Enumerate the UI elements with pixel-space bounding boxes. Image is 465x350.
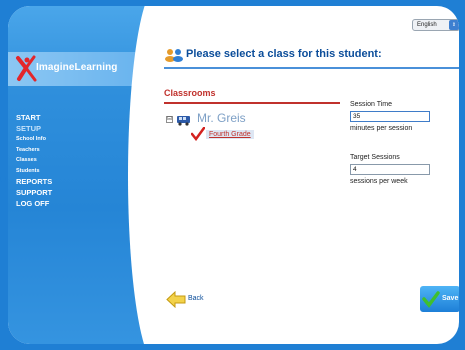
red-check-icon <box>191 127 205 141</box>
back-arrow-icon <box>166 291 186 308</box>
sidebar-item-reports[interactable]: REPORTS <box>16 176 146 187</box>
sidebar-item-classes[interactable]: Classes <box>16 155 146 166</box>
session-time-unit: minutes per session <box>350 125 413 132</box>
language-selected: English <box>417 22 437 28</box>
sidebar-nav: START SETUP School Info Teachers Classes Stud… <box>16 112 146 209</box>
back-label: Back <box>188 295 204 302</box>
save-label: Save <box>442 295 459 302</box>
target-sessions-unit: sessions per week <box>350 178 408 185</box>
green-check-icon <box>422 291 440 308</box>
logo-bar: ImagineLearning <box>8 52 150 86</box>
back-button[interactable]: Back <box>166 291 226 309</box>
session-time-label: Session Time <box>350 101 393 108</box>
sidebar-item-students[interactable]: Students <box>16 166 146 177</box>
target-sessions-label: Target Sessions <box>350 154 400 161</box>
sidebar-item-support[interactable]: SUPPORT <box>16 187 146 198</box>
sidebar-item-start[interactable]: START <box>16 112 146 123</box>
sidebar-item-school-info[interactable]: School Info <box>16 134 146 145</box>
session-time-input[interactable]: 35 <box>350 111 430 122</box>
classrooms-divider <box>164 102 340 104</box>
tree-collapse-toggle[interactable]: ⊟ <box>166 116 173 123</box>
teacher-name[interactable]: Mr. Greis <box>197 111 246 125</box>
classroom-icon <box>177 116 190 126</box>
sidebar-item-teachers[interactable]: Teachers <box>16 145 146 156</box>
page-title: Please select a class for this student: <box>186 48 382 60</box>
class-link-fourth-grade[interactable]: Fourth Grade <box>206 130 254 139</box>
sidebar-item-log-off[interactable]: LOG OFF <box>16 198 146 209</box>
classrooms-heading: Classrooms <box>164 88 216 98</box>
frame-handle <box>0 176 6 182</box>
students-icon <box>165 49 183 62</box>
target-sessions-input[interactable]: 4 <box>350 164 430 175</box>
app-window: ImagineLearning START SETUP School Info Tea… <box>8 6 459 344</box>
language-select[interactable]: English ⇕ <box>412 19 459 31</box>
sidebar-item-setup[interactable]: SETUP <box>16 123 146 134</box>
logo-text: ImagineLearning <box>36 62 118 73</box>
save-button[interactable]: Save <box>420 286 459 312</box>
chevron-updown-icon: ⇕ <box>449 20 459 30</box>
header-divider <box>164 67 459 69</box>
